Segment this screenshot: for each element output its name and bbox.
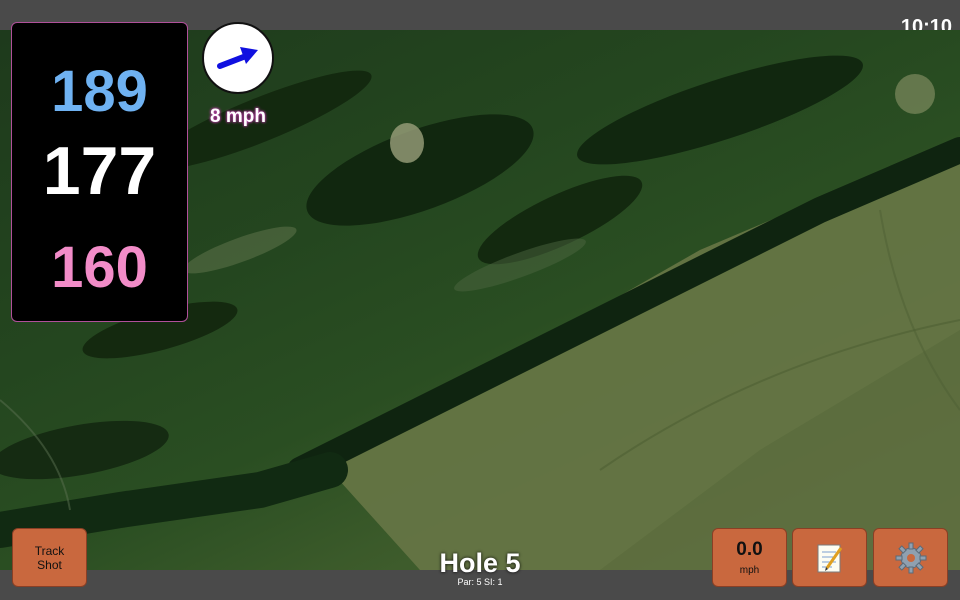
notepad-icon xyxy=(817,544,842,572)
back-distance: 189 xyxy=(51,59,148,124)
gear-icon xyxy=(895,542,926,573)
track-shot-label-line1: Track xyxy=(34,543,65,558)
wind-direction-indicator[interactable] xyxy=(202,22,274,94)
track-shot-label-line2: Shot xyxy=(37,557,62,572)
track-shot-button[interactable]: Track Shot xyxy=(12,528,87,587)
wind-speed: 8 mph xyxy=(210,106,266,127)
front-distance: 160 xyxy=(51,235,148,300)
center-distance: 177 xyxy=(42,133,157,209)
speed-value: 0.0 xyxy=(736,539,763,560)
arrow-right-up-icon xyxy=(217,47,258,69)
distance-panel: 189 177 160 xyxy=(11,22,188,322)
hole-details: Par: 5 SI: 1 xyxy=(457,577,503,587)
notes-button[interactable] xyxy=(792,528,867,587)
speed-unit: mph xyxy=(739,565,760,576)
hole-title: Hole 5 xyxy=(439,548,521,578)
settings-button[interactable] xyxy=(873,528,948,587)
speed-button[interactable]: 0.0 mph xyxy=(712,528,787,587)
